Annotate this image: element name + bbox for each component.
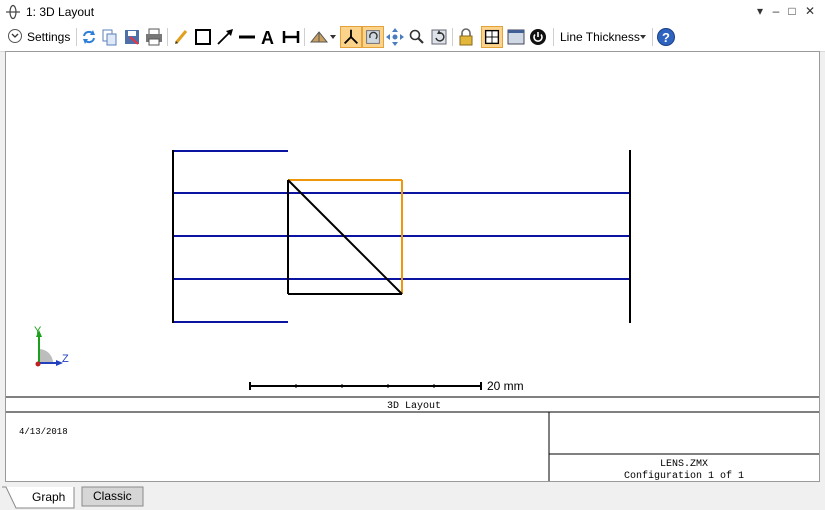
- info-date: 4/13/2018: [19, 427, 68, 437]
- layout-plot: Y Z 20 mm 3D Layout 4/13/2018 LENS.ZMX C…: [6, 150, 819, 481]
- line-icon[interactable]: [236, 26, 258, 48]
- zoom-icon[interactable]: [406, 26, 428, 48]
- text-icon[interactable]: A: [258, 26, 280, 48]
- axis-y-label: Y: [34, 325, 42, 337]
- tab-classic[interactable]: Classic: [93, 489, 132, 503]
- power-icon[interactable]: [527, 26, 549, 48]
- info-configuration: Configuration 1 of 1: [624, 470, 744, 481]
- pan-icon[interactable]: [384, 26, 406, 48]
- tab-graph[interactable]: Graph: [32, 490, 65, 504]
- window-title: 1: 3D Layout: [26, 5, 95, 19]
- lock-icon[interactable]: [455, 26, 477, 48]
- close-button[interactable]: ✕: [802, 3, 818, 19]
- line-thickness-dropdown[interactable]: Line Thickness: [560, 30, 640, 44]
- axes-icon[interactable]: [340, 26, 362, 48]
- svg-text:?: ?: [662, 30, 670, 45]
- fit-icon[interactable]: [481, 26, 503, 48]
- dropdown-icon[interactable]: ▾: [752, 3, 768, 19]
- arrow-icon[interactable]: [214, 26, 236, 48]
- pencil-icon[interactable]: [170, 26, 192, 48]
- app-icon: [6, 4, 20, 20]
- rectangle-icon[interactable]: [192, 26, 214, 48]
- help-icon[interactable]: ?: [655, 26, 677, 48]
- chevron-down-icon[interactable]: [330, 35, 336, 39]
- rotate-view-icon[interactable]: [308, 26, 330, 48]
- minimize-button[interactable]: –: [768, 3, 784, 19]
- window-icon[interactable]: [505, 26, 527, 48]
- copy-icon[interactable]: [99, 26, 121, 48]
- scale-label: 20 mm: [487, 379, 524, 393]
- toolbar: Settings A Line Thickness ?: [0, 24, 825, 52]
- auto-rotate-icon[interactable]: [362, 26, 384, 48]
- dimension-icon[interactable]: [280, 26, 302, 48]
- svg-text:A: A: [261, 28, 274, 48]
- chevron-down-icon[interactable]: [640, 35, 646, 39]
- layout-canvas[interactable]: Y Z 20 mm 3D Layout 4/13/2018 LENS.ZMX C…: [5, 51, 820, 482]
- scale-bar: 20 mm: [249, 379, 524, 393]
- tab-bar: Graph Classic: [0, 485, 825, 510]
- title-bar: 1: 3D Layout ▾ – □ ✕: [0, 0, 825, 24]
- chevron-down-icon: [8, 29, 22, 43]
- info-file: LENS.ZMX: [660, 459, 708, 470]
- axis-triad: Y Z: [34, 325, 69, 367]
- info-title: 3D Layout: [387, 401, 441, 412]
- settings-button[interactable]: Settings: [5, 26, 73, 48]
- maximize-button[interactable]: □: [784, 3, 800, 19]
- refresh-icon[interactable]: [78, 26, 100, 48]
- save-icon[interactable]: [121, 26, 143, 48]
- settings-label: Settings: [27, 30, 71, 44]
- print-icon[interactable]: [143, 26, 165, 48]
- axis-z-label: Z: [62, 353, 69, 365]
- reset-view-icon[interactable]: [428, 26, 450, 48]
